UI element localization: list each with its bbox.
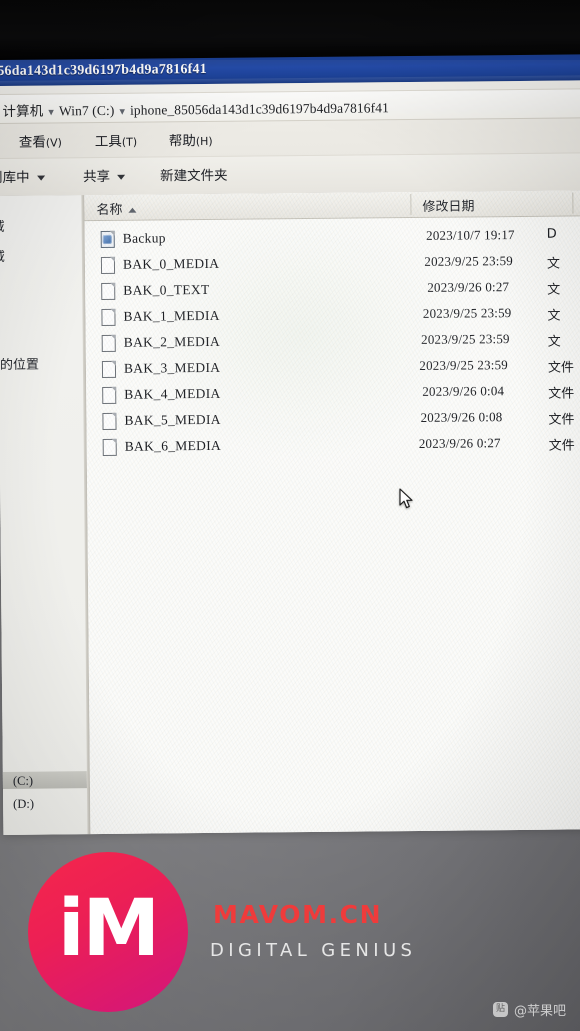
- file-name: BAK_3_MEDIA: [123, 359, 221, 376]
- file-type: 文件: [548, 438, 575, 454]
- tieba-name: @苹果吧: [513, 1004, 566, 1019]
- nav-item-recent-places[interactable]: 问的位置: [0, 354, 39, 373]
- tieba-watermark: 贴 @苹果吧: [492, 1000, 566, 1019]
- menu-item-help[interactable]: 帮助(H): [169, 129, 213, 149]
- command-toolbar: 到库中 共享 新建文件夹: [0, 152, 580, 193]
- file-date: 2023/9/25 23:59: [419, 357, 509, 373]
- column-header-date-modified[interactable]: 修改日期: [422, 195, 474, 214]
- mouse-cursor-icon: [399, 488, 413, 509]
- file-type: 文: [547, 282, 561, 298]
- menu-item-tools[interactable]: 工具(T): [95, 130, 138, 150]
- watermark: iM MAVOM.CN DIGITAL GENIUS: [28, 852, 448, 1012]
- watermark-title: MAVOM.CN: [213, 900, 383, 929]
- sort-ascending-icon: [128, 207, 137, 213]
- menu-bar: ) 查看(V) 工具(T) 帮助(H): [0, 122, 580, 154]
- file-icon: [102, 438, 117, 456]
- explorer-window: 056da143d1c39d6197b4d9a7816f41 计算机 ▾ Win7 …: [0, 54, 580, 835]
- window-body: 域 域 问的位置 (C:) (D:) 名称 修改日期 Backup 2023/1…: [0, 190, 580, 835]
- toolbar-share-button[interactable]: 共享: [83, 165, 126, 185]
- backup-file-icon: [100, 230, 115, 249]
- file-name: Backup: [122, 230, 166, 246]
- nav-drive-d[interactable]: (D:): [13, 797, 34, 812]
- file-list-pane: 名称 修改日期 Backup 2023/10/7 19:17 D BAK_0_M…: [84, 190, 580, 835]
- file-date: 2023/9/26 0:04: [422, 383, 505, 399]
- file-date: 2023/9/26 0:27: [427, 279, 510, 295]
- file-date: 2023/9/25 23:59: [424, 253, 514, 269]
- breadcrumb-separator-icon: ▾: [119, 105, 126, 118]
- file-date: 2023/9/25 23:59: [422, 305, 512, 321]
- file-icon: [102, 412, 117, 430]
- file-icon: [102, 386, 117, 404]
- column-divider[interactable]: [572, 192, 574, 214]
- file-icon: [101, 282, 116, 301]
- file-type: 文件: [548, 386, 575, 402]
- address-bar[interactable]: 计算机 ▾ Win7 (C:) ▾ iphone_85056da143d1c39d619…: [0, 88, 580, 124]
- column-header-name[interactable]: 名称: [96, 199, 137, 218]
- table-row[interactable]: BAK_6_MEDIA 2023/9/26 0:27 文件: [87, 430, 580, 461]
- breadcrumb-item-drive[interactable]: Win7 (C:): [59, 103, 115, 119]
- file-name: BAK_1_MEDIA: [123, 307, 220, 324]
- file-date: 2023/10/7 19:17: [426, 227, 515, 243]
- file-name: BAK_6_MEDIA: [124, 437, 222, 454]
- column-header-row: 名称 修改日期: [84, 190, 580, 222]
- toolbar-include-in-library-button[interactable]: 到库中: [0, 166, 45, 186]
- file-type: 文件: [547, 360, 575, 376]
- window-chrome: 计算机 ▾ Win7 (C:) ▾ iphone_85056da143d1c39d619…: [0, 80, 580, 197]
- file-type: 文: [546, 256, 561, 272]
- file-icon: [100, 256, 116, 275]
- nav-drive-c[interactable]: (C:): [13, 774, 33, 789]
- file-type: 文件: [548, 412, 575, 428]
- toolbar-new-folder-button[interactable]: 新建文件夹: [160, 164, 228, 185]
- nav-fragment-1[interactable]: 域: [0, 216, 5, 235]
- breadcrumb-item-computer[interactable]: 计算机: [2, 104, 43, 119]
- file-name: BAK_4_MEDIA: [124, 385, 221, 402]
- file-type: 文: [547, 308, 561, 324]
- menu-item-view[interactable]: 查看(V): [19, 130, 62, 151]
- file-type: 文: [547, 334, 561, 350]
- file-name: BAK_0_MEDIA: [122, 255, 220, 272]
- file-date: 2023/9/26 0:27: [418, 435, 501, 451]
- navigation-pane: 域 域 问的位置 (C:) (D:): [0, 195, 88, 835]
- file-name: BAK_2_MEDIA: [123, 333, 221, 350]
- file-date: 2023/9/26 0:08: [420, 409, 503, 425]
- watermark-subtitle: DIGITAL GENIUS: [210, 940, 417, 961]
- column-divider[interactable]: [410, 194, 412, 216]
- photographed-screen: 056da143d1c39d6197b4d9a7816f41 计算机 ▾ Win7 …: [0, 0, 580, 1031]
- breadcrumb: 计算机 ▾ Win7 (C:) ▾ iphone_85056da143d1c39d619…: [2, 96, 389, 120]
- file-name: BAK_0_TEXT: [123, 281, 210, 298]
- breadcrumb-separator-icon: ▾: [48, 106, 55, 119]
- file-type: D: [546, 226, 557, 242]
- file-icon: [101, 308, 116, 326]
- nav-fragment-2[interactable]: 域: [0, 246, 5, 265]
- file-name: BAK_5_MEDIA: [124, 411, 221, 428]
- watermark-logo-text: iM: [57, 884, 160, 974]
- file-icon: [101, 360, 117, 378]
- chevron-down-icon: [36, 175, 45, 181]
- tieba-badge-icon: 贴: [492, 1002, 508, 1017]
- chevron-down-icon: [117, 174, 126, 180]
- file-date: 2023/9/25 23:59: [421, 331, 510, 347]
- window-title: 056da143d1c39d6197b4d9a7816f41: [0, 61, 207, 80]
- breadcrumb-item-folder[interactable]: iphone_85056da143d1c39d6197b4d9a7816f41: [130, 100, 389, 117]
- file-icon: [101, 334, 116, 352]
